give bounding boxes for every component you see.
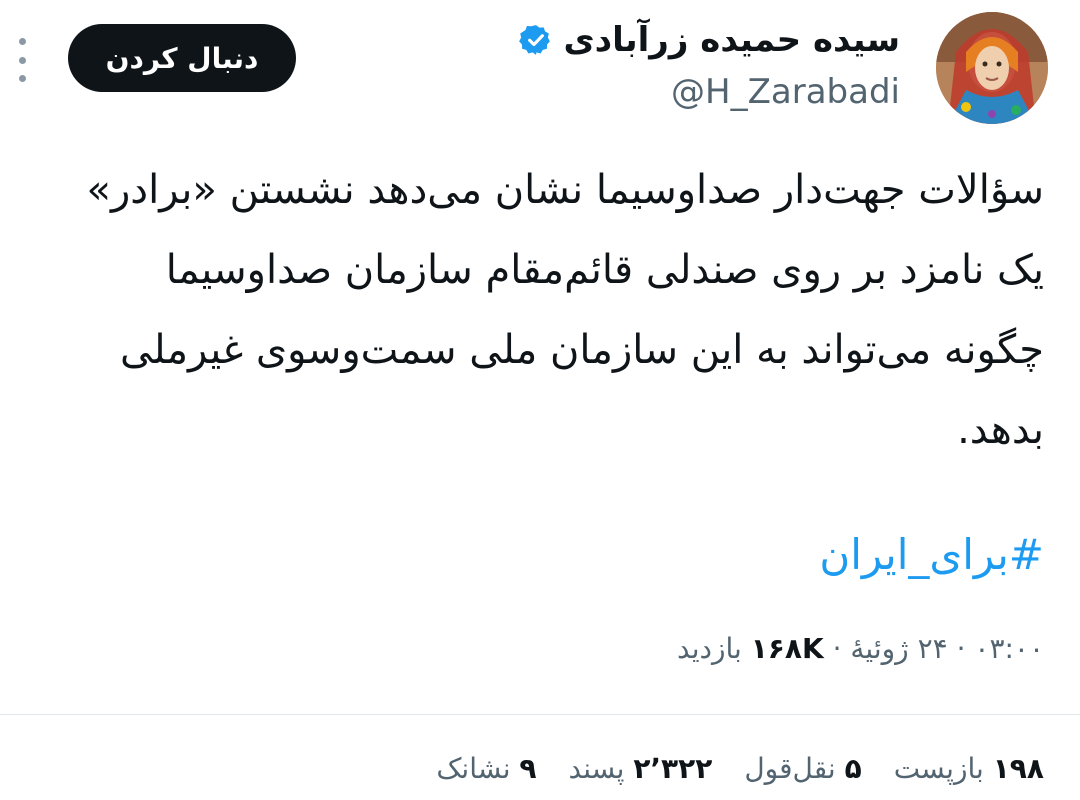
author-handle[interactable]: @H_Zarabadi [671, 72, 900, 112]
meta-separator: · [823, 632, 842, 665]
reposts-count: ۱۹۸ [992, 752, 1044, 785]
quotes-stat[interactable]: ۵ نقل‌قول [744, 752, 861, 785]
follow-button[interactable]: دنبال کردن [68, 24, 296, 92]
more-vertical-icon[interactable] [14, 38, 30, 82]
profile-photo [936, 12, 1048, 124]
avatar[interactable] [936, 12, 1048, 124]
views-label: بازدید [677, 632, 742, 665]
likes-count: ۲٬۳۲۲ [633, 752, 713, 785]
bookmarks-label: نشانک [436, 752, 511, 785]
tweet-text: سؤالات جهت‌دار صداوسیما نشان می‌دهد نشست… [34, 150, 1044, 470]
quotes-count: ۵ [844, 752, 862, 785]
reposts-stat[interactable]: ۱۹۸ بازپست [894, 752, 1044, 785]
bookmarks-count: ۹ [519, 752, 537, 785]
likes-stat[interactable]: ۲٬۳۲۲ پسند [569, 752, 713, 785]
hashtag-link[interactable]: #برای_ایران [819, 530, 1044, 579]
tweet-text-line: چگونه می‌تواند به این سازمان ملی سمت‌وسو… [120, 327, 1044, 373]
tweet-text-line: بدهد. [957, 407, 1044, 453]
tweet-text-line: سؤالات جهت‌دار صداوسیما نشان می‌دهد نشست… [86, 167, 1044, 213]
author-display-name[interactable]: سیده حمیده زرآبادی [563, 20, 900, 60]
tweet-detail: سیده حمیده زرآبادی @H_Zarabadi دنبال کرد… [0, 0, 1080, 800]
tweet-meta: ۰۳:۰۰ · ۲۴ ژوئیهٔ · ۱۶۸K بازدید [677, 632, 1044, 665]
meta-separator: · [947, 632, 966, 665]
divider [0, 714, 1080, 715]
quotes-label: نقل‌قول [744, 752, 836, 785]
bookmarks-stat[interactable]: ۹ نشانک [436, 752, 536, 785]
tweet-time[interactable]: ۰۳:۰۰ [974, 632, 1044, 665]
engagement-stats: ۱۹۸ بازپست ۵ نقل‌قول ۲٬۳۲۲ پسند ۹ نشانک [436, 752, 1044, 785]
author-name-row[interactable]: سیده حمیده زرآبادی [519, 20, 900, 60]
reposts-label: بازپست [893, 752, 984, 785]
views-count: ۱۶۸K [750, 632, 824, 665]
tweet-text-line: یک نامزد بر روی صندلی قائم‌مقام سازمان ص… [165, 247, 1044, 293]
verified-badge-icon [519, 25, 551, 55]
likes-label: پسند [568, 752, 625, 785]
tweet-date[interactable]: ۲۴ ژوئیهٔ [850, 632, 947, 665]
